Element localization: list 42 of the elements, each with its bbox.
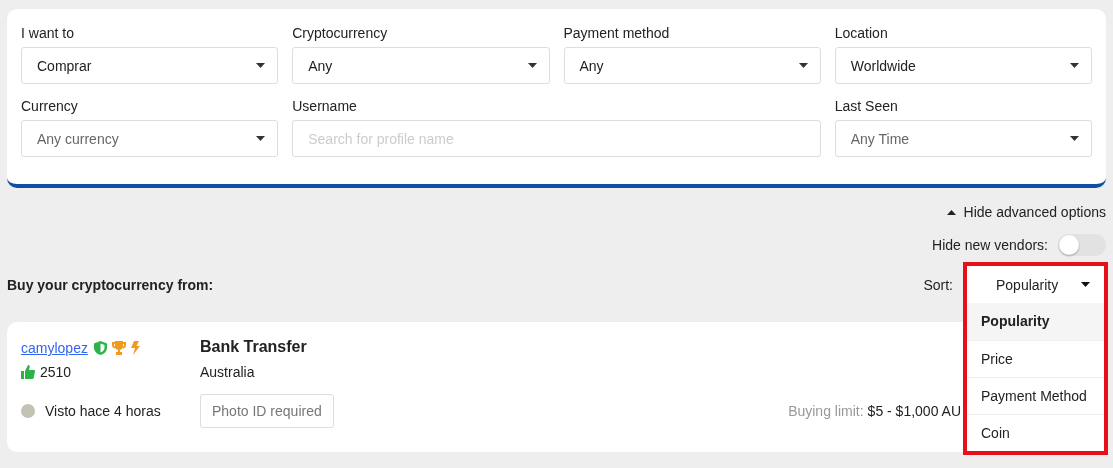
thumbs-up-icon — [21, 365, 35, 379]
caret-icon — [1070, 136, 1079, 141]
section-heading: Buy your cryptocurrency from: — [7, 276, 214, 293]
caret-icon — [798, 63, 808, 68]
select-field[interactable]: Worldwide — [834, 47, 1092, 84]
toggle-label: Hide new vendors: — [932, 237, 1048, 253]
field-label: Cryptocurrency — [292, 25, 389, 41]
select-field[interactable]: Any — [292, 47, 550, 84]
caret-icon — [256, 63, 266, 68]
select-field[interactable]: Comprar — [21, 47, 279, 84]
caret-icon — [256, 136, 266, 141]
shield-icon — [93, 341, 107, 355]
field-label: Payment method — [563, 25, 671, 41]
menu-item[interactable]: Popularity — [967, 303, 1104, 340]
limit-value: $5 - $1,000 AU — [867, 403, 961, 419]
field-label: Currency — [21, 98, 79, 114]
requirement-tag: Photo ID required — [200, 394, 334, 428]
select-field[interactable]: Any Time — [834, 120, 1092, 157]
field-label: I want to — [21, 25, 75, 41]
field-label: Location — [834, 25, 889, 41]
caret-icon — [1070, 63, 1079, 68]
limit-label: Buying limit: — [788, 403, 864, 419]
trophy-icon — [110, 341, 127, 355]
rating-count: 2510 — [40, 364, 72, 380]
toggle-switch[interactable] — [1058, 234, 1106, 256]
location-text: Australia — [200, 364, 256, 380]
advanced-options-link[interactable]: Hide advanced options — [946, 204, 1106, 220]
payment-method: Bank Transfer — [200, 338, 307, 356]
menu-item[interactable]: Coin — [967, 414, 1104, 451]
menu-item[interactable]: Price — [967, 340, 1104, 377]
sort-dropdown[interactable]: Popularity — [967, 266, 1104, 303]
caret-icon — [527, 63, 537, 68]
field-label: Last Seen — [834, 98, 899, 114]
last-seen-text: Visto hace 4 horas — [45, 403, 161, 419]
menu-item[interactable]: Payment Method — [967, 377, 1104, 414]
caret-icon — [1081, 282, 1090, 287]
select-field[interactable]: Any currency — [21, 120, 279, 157]
field-label: Username — [292, 98, 358, 114]
select-field[interactable]: Any — [563, 47, 821, 84]
sort-label: Sort: — [923, 276, 953, 293]
lightning-icon — [130, 341, 140, 355]
username-link[interactable]: camylopez — [21, 340, 88, 356]
